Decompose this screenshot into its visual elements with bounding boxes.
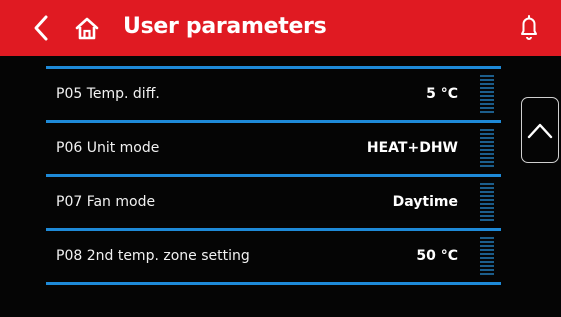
home-icon[interactable] (75, 17, 99, 41)
drag-handle-icon[interactable] (480, 236, 494, 278)
param-label: P07 Fan mode (56, 194, 156, 210)
param-row-p08[interactable]: P08 2nd temp. zone setting 50 °C (46, 231, 501, 282)
parameter-list: P05 Temp. diff. 5 °C P06 Unit mode HEAT+… (46, 66, 501, 285)
page-title: User parameters (123, 14, 327, 39)
drag-handle-icon[interactable] (480, 128, 494, 170)
param-value[interactable]: Daytime (393, 177, 458, 228)
param-row-p05[interactable]: P05 Temp. diff. 5 °C (46, 69, 501, 120)
param-row-p07[interactable]: P07 Fan mode Daytime (46, 177, 501, 228)
back-chevron-icon[interactable] (30, 13, 52, 43)
param-label: P08 2nd temp. zone setting (56, 248, 250, 264)
param-value[interactable]: HEAT+DHW (367, 123, 458, 174)
param-row-p06[interactable]: P06 Unit mode HEAT+DHW (46, 123, 501, 174)
scroll-up-button[interactable] (521, 97, 559, 163)
chevron-up-icon (527, 123, 553, 139)
divider (46, 282, 501, 285)
param-label: P06 Unit mode (56, 140, 160, 156)
param-value[interactable]: 50 °C (416, 231, 458, 282)
param-label: P05 Temp. diff. (56, 86, 160, 102)
param-value[interactable]: 5 °C (426, 69, 458, 120)
drag-handle-icon[interactable] (480, 74, 494, 116)
bell-icon[interactable] (518, 13, 540, 43)
header-bar: User parameters (0, 0, 561, 56)
drag-handle-icon[interactable] (480, 182, 494, 224)
